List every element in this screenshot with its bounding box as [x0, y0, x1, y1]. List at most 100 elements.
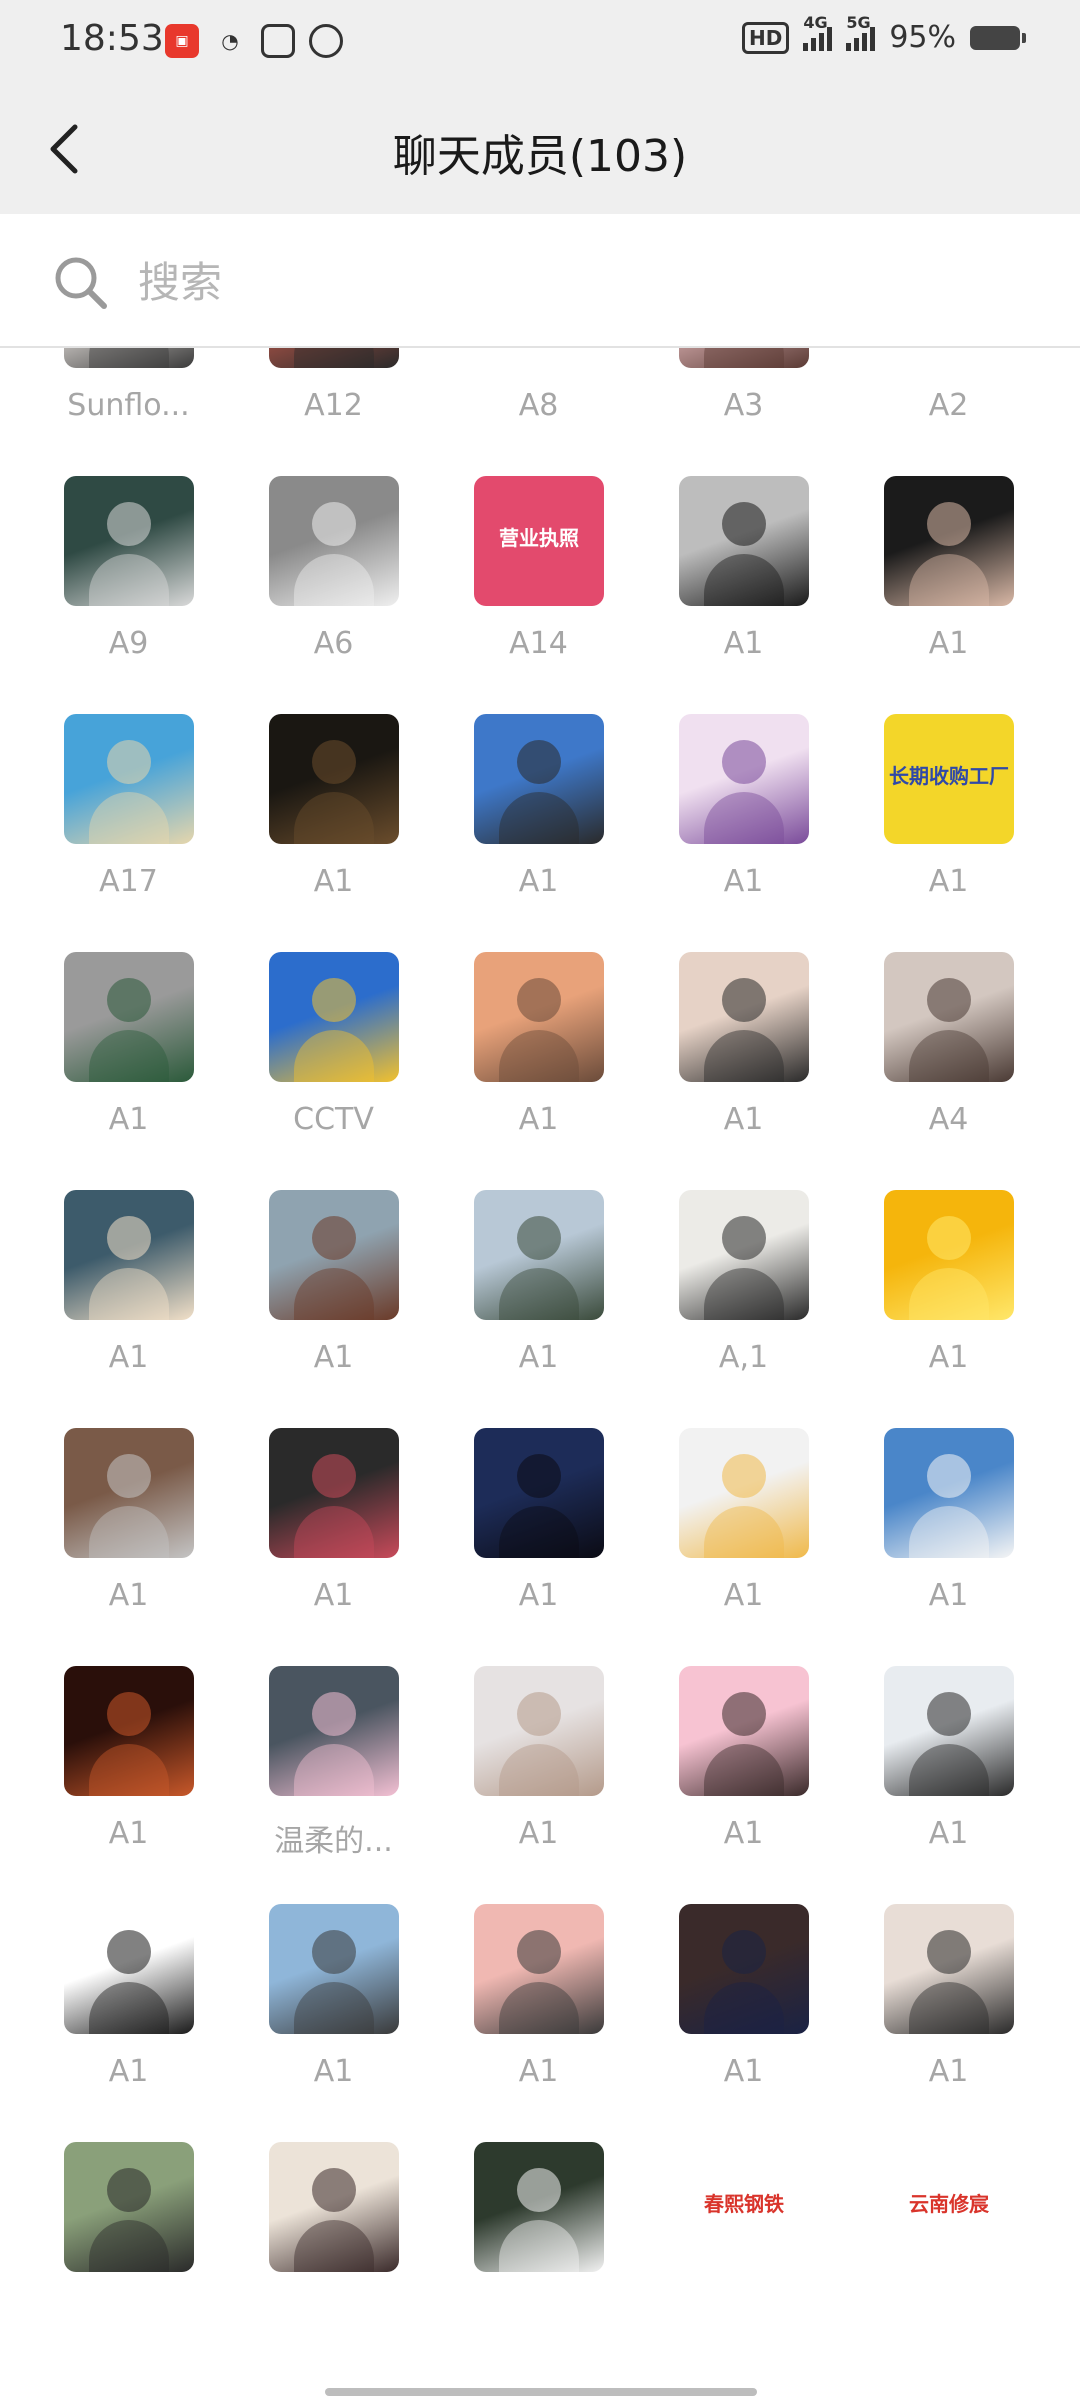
avatar-photo — [312, 2168, 356, 2212]
member-avatar[interactable]: 长期收购工厂 — [884, 714, 1014, 844]
member-avatar[interactable]: 收购IC — [884, 348, 1014, 368]
member-item[interactable]: A1 — [436, 1666, 641, 1866]
member-avatar[interactable] — [64, 952, 194, 1082]
member-item[interactable]: A1 — [26, 1190, 231, 1390]
member-item[interactable]: A1 — [641, 1666, 846, 1866]
member-avatar[interactable] — [884, 1428, 1014, 1558]
member-avatar[interactable] — [64, 1904, 194, 2034]
member-avatar[interactable] — [269, 1190, 399, 1320]
avatar-photo — [927, 502, 971, 546]
member-avatar[interactable] — [64, 1190, 194, 1320]
member-item[interactable]: 国众优品+ A8 — [436, 348, 641, 438]
member-avatar[interactable] — [679, 1190, 809, 1320]
member-avatar[interactable] — [269, 1666, 399, 1796]
member-item[interactable]: A1 — [436, 1428, 641, 1628]
member-item[interactable]: 营业执照 A14 — [436, 476, 641, 676]
member-avatar[interactable] — [884, 952, 1014, 1082]
member-avatar[interactable]: 国众优品+ — [474, 348, 604, 368]
member-avatar[interactable] — [64, 2142, 194, 2272]
member-avatar[interactable] — [884, 1190, 1014, 1320]
member-name: A1 — [928, 626, 969, 661]
avatar-photo — [107, 740, 151, 784]
member-avatar[interactable] — [269, 714, 399, 844]
member-item[interactable]: A3 — [641, 348, 846, 438]
member-avatar[interactable] — [269, 2142, 399, 2272]
member-avatar[interactable] — [679, 1904, 809, 2034]
member-item[interactable]: 温柔的... — [231, 1666, 436, 1866]
member-avatar[interactable] — [269, 1428, 399, 1558]
member-item[interactable] — [26, 2142, 231, 2342]
member-item[interactable]: A6 — [231, 476, 436, 676]
member-item[interactable]: A1 — [231, 1190, 436, 1390]
member-item[interactable]: A1 — [846, 1190, 1051, 1390]
member-avatar[interactable] — [64, 1428, 194, 1558]
member-item[interactable]: A1 — [26, 1428, 231, 1628]
member-item[interactable]: A1 — [846, 1666, 1051, 1866]
member-avatar[interactable]: 春熙钢铁 — [679, 2142, 809, 2272]
home-indicator[interactable] — [325, 2388, 757, 2396]
member-avatar[interactable] — [679, 1666, 809, 1796]
member-avatar[interactable] — [474, 2142, 604, 2272]
member-item[interactable]: A1 — [641, 952, 846, 1152]
member-item[interactable]: A1 — [436, 1904, 641, 2104]
member-avatar[interactable] — [884, 1666, 1014, 1796]
member-avatar[interactable] — [64, 714, 194, 844]
member-item[interactable]: A12 — [231, 348, 436, 438]
member-avatar[interactable]: 云南修宸 — [884, 2142, 1014, 2272]
signal-5g-icon: 5G — [846, 13, 876, 51]
member-item[interactable]: A1 — [846, 1904, 1051, 2104]
member-item[interactable]: A1 — [436, 952, 641, 1152]
member-item[interactable]: A,1 — [641, 1190, 846, 1390]
member-avatar[interactable] — [64, 1666, 194, 1796]
member-name: A1 — [108, 1340, 149, 1375]
member-item[interactable]: A1 — [231, 1904, 436, 2104]
member-avatar[interactable] — [474, 952, 604, 1082]
member-item[interactable]: A1 — [26, 1904, 231, 2104]
member-item[interactable]: 云南修宸 — [846, 2142, 1051, 2342]
member-avatar[interactable] — [474, 1904, 604, 2034]
member-item[interactable]: A1 — [26, 1666, 231, 1866]
member-avatar[interactable] — [679, 714, 809, 844]
member-item[interactable] — [231, 2142, 436, 2342]
member-item[interactable]: A9 — [26, 476, 231, 676]
member-avatar[interactable] — [474, 1190, 604, 1320]
member-item[interactable]: A4 — [846, 952, 1051, 1152]
member-avatar[interactable] — [474, 714, 604, 844]
member-avatar[interactable] — [679, 476, 809, 606]
member-avatar[interactable] — [269, 952, 399, 1082]
member-item[interactable]: A1 — [641, 714, 846, 914]
member-avatar[interactable] — [64, 348, 194, 368]
member-item[interactable]: 长期收购工厂 A1 — [846, 714, 1051, 914]
member-item[interactable]: Sunflo... — [26, 348, 231, 438]
member-item[interactable]: A1 — [641, 1904, 846, 2104]
member-item[interactable]: A1 — [231, 1428, 436, 1628]
member-avatar[interactable] — [269, 476, 399, 606]
member-item[interactable]: 收购IC A2 — [846, 348, 1051, 438]
member-avatar[interactable] — [474, 1428, 604, 1558]
member-name: A1 — [518, 2054, 559, 2089]
member-avatar[interactable] — [884, 1904, 1014, 2034]
member-item[interactable]: A17 — [26, 714, 231, 914]
search-bar[interactable] — [0, 214, 1080, 348]
member-avatar[interactable] — [679, 952, 809, 1082]
member-item[interactable]: A1 — [846, 476, 1051, 676]
member-item[interactable]: CCTV — [231, 952, 436, 1152]
search-input[interactable] — [136, 246, 1020, 318]
member-avatar[interactable] — [269, 1904, 399, 2034]
member-item[interactable]: A1 — [231, 714, 436, 914]
member-item[interactable]: 春熙钢铁 — [641, 2142, 846, 2342]
member-avatar[interactable] — [269, 348, 399, 368]
member-avatar[interactable] — [679, 1428, 809, 1558]
member-item[interactable] — [436, 2142, 641, 2342]
member-item[interactable]: A1 — [26, 952, 231, 1152]
member-item[interactable]: A1 — [641, 1428, 846, 1628]
member-item[interactable]: A1 — [436, 1190, 641, 1390]
member-avatar[interactable] — [884, 476, 1014, 606]
member-avatar[interactable] — [64, 476, 194, 606]
member-item[interactable]: A1 — [641, 476, 846, 676]
member-avatar[interactable] — [474, 1666, 604, 1796]
member-avatar[interactable] — [679, 348, 809, 368]
member-avatar[interactable]: 营业执照 — [474, 476, 604, 606]
member-item[interactable]: A1 — [846, 1428, 1051, 1628]
member-item[interactable]: A1 — [436, 714, 641, 914]
